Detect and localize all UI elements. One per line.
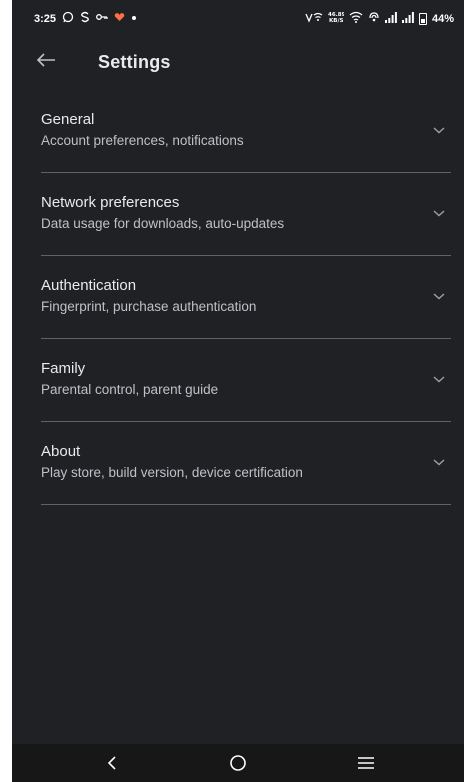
settings-item-subtitle: Play store, build version, device certif… (41, 465, 303, 480)
page-title: Settings (98, 52, 171, 72)
battery-percent: 44% (431, 13, 454, 25)
settings-item-family[interactable]: Family Parental control, parent guide (12, 339, 464, 422)
vowifi-icon (305, 11, 323, 27)
nav-back-button[interactable] (82, 744, 142, 782)
signal-icon (384, 11, 397, 27)
settings-item-title: General (41, 111, 95, 128)
settings-list: General Account preferences, notificatio… (12, 90, 464, 505)
chevron-down-icon[interactable] (432, 457, 446, 467)
chevron-down-icon[interactable] (432, 208, 446, 218)
data-speed-icon: 46.89 KB/S (328, 11, 346, 27)
status-bar-left: 3:25 (34, 11, 137, 27)
nav-home-icon (230, 755, 246, 771)
settings-item-general[interactable]: General Account preferences, notificatio… (12, 90, 464, 173)
divider (41, 504, 451, 505)
hotspot-icon (368, 11, 380, 27)
back-button[interactable] (32, 48, 60, 76)
app-bar: Settings (12, 42, 464, 82)
status-time: 3:25 (34, 13, 57, 25)
settings-item-title: Network preferences (41, 194, 180, 211)
nav-menu-button[interactable] (336, 744, 396, 782)
settings-item-subtitle: Parental control, parent guide (41, 382, 219, 397)
key-icon (96, 12, 108, 26)
settings-item-title: About (41, 443, 81, 460)
back-arrow-icon (36, 52, 56, 73)
chevron-down-icon[interactable] (432, 125, 446, 135)
status-bar-right: 46.89 KB/S 44% (305, 11, 454, 27)
nav-home-button[interactable] (208, 744, 268, 782)
settings-item-network-preferences[interactable]: Network preferences Data usage for downl… (12, 173, 464, 256)
settings-item-subtitle: Fingerprint, purchase authentication (41, 299, 257, 314)
s-icon (80, 11, 90, 27)
settings-item-about[interactable]: About Play store, build version, device … (12, 422, 464, 505)
nav-menu-icon (358, 757, 374, 769)
settings-item-subtitle: Data usage for downloads, auto-updates (41, 216, 285, 231)
settings-item-title: Family (41, 360, 86, 377)
whatsapp-icon (62, 11, 74, 27)
battery-icon (418, 13, 427, 25)
settings-item-title: Authentication (41, 277, 137, 294)
phone-screen: 3:25 46.89 KB/S 44% Settings General Acc… (12, 0, 464, 782)
nav-back-icon (107, 756, 116, 770)
chevron-down-icon[interactable] (432, 291, 446, 301)
dot-icon (131, 13, 137, 25)
svg-text:KB/S: KB/S (329, 18, 343, 23)
status-bar: 3:25 46.89 KB/S 44% (12, 0, 464, 34)
signal-icon (401, 11, 414, 27)
settings-item-subtitle: Account preferences, notifications (41, 133, 244, 148)
wifi-icon (349, 11, 363, 27)
chevron-down-icon[interactable] (432, 374, 446, 384)
navigation-bar (12, 744, 464, 782)
settings-item-authentication[interactable]: Authentication Fingerprint, purchase aut… (12, 256, 464, 339)
heart-icon (114, 12, 125, 26)
